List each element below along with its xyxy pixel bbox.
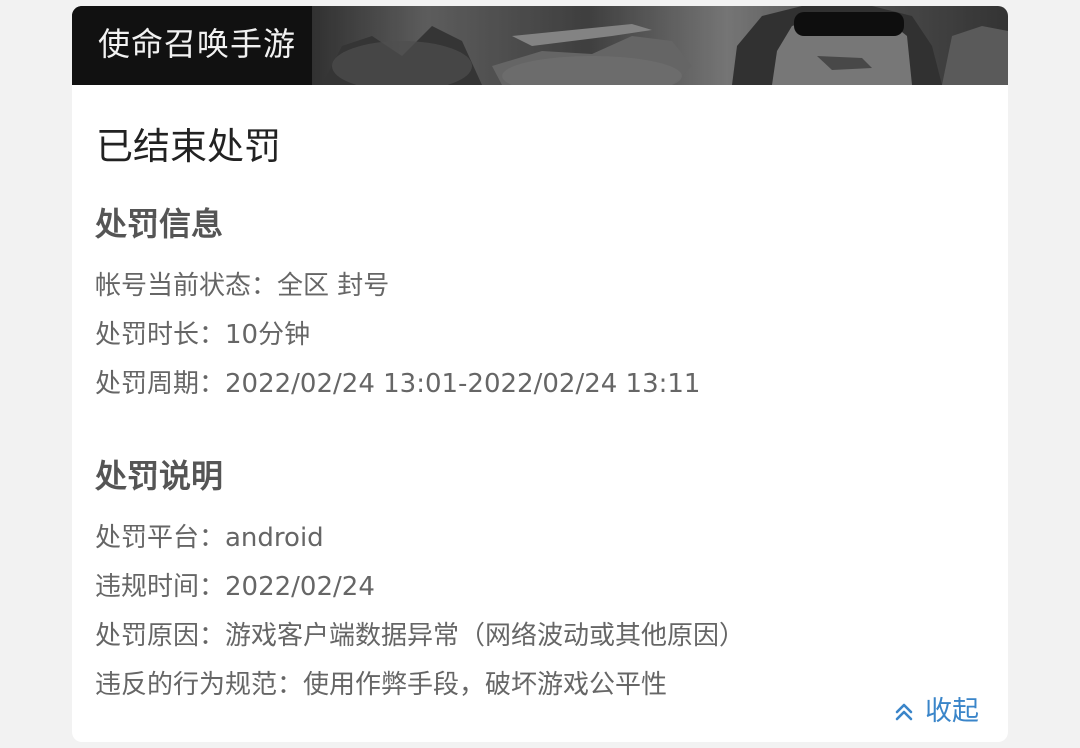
double-chevron-up-icon bbox=[895, 703, 913, 721]
penalty-reason-line: 处罚原因：游戏客户端数据异常（网络波动或其他原因） bbox=[95, 621, 746, 651]
penalty-platform-line: 处罚平台：android bbox=[95, 523, 324, 553]
account-status-line: 帐号当前状态：全区 封号 bbox=[95, 271, 390, 301]
penalty-explanation-heading: 处罚说明 bbox=[95, 457, 224, 495]
collapse-button[interactable]: 收起 bbox=[893, 694, 979, 730]
penalty-info-heading: 处罚信息 bbox=[95, 205, 224, 243]
game-title: 使命召唤手游 bbox=[98, 25, 297, 63]
violation-time-line: 违规时间：2022/02/24 bbox=[95, 572, 375, 602]
collapse-label: 收起 bbox=[925, 696, 979, 727]
penalty-status-title: 已结束处罚 bbox=[96, 125, 281, 168]
penalty-period-line: 处罚周期：2022/02/24 13:01-2022/02/24 13:11 bbox=[95, 369, 701, 399]
violated-rule-line: 违反的行为规范：使用作弊手段，破坏游戏公平性 bbox=[95, 670, 668, 700]
game-banner: 使命召唤手游 bbox=[72, 6, 1008, 85]
penalty-card: 使命召唤手游 已结束处罚 处罚信息 帐号当前状态：全区 封号 处罚时长：10分钟… bbox=[72, 6, 1008, 742]
penalty-duration-line: 处罚时长：10分钟 bbox=[95, 320, 311, 350]
